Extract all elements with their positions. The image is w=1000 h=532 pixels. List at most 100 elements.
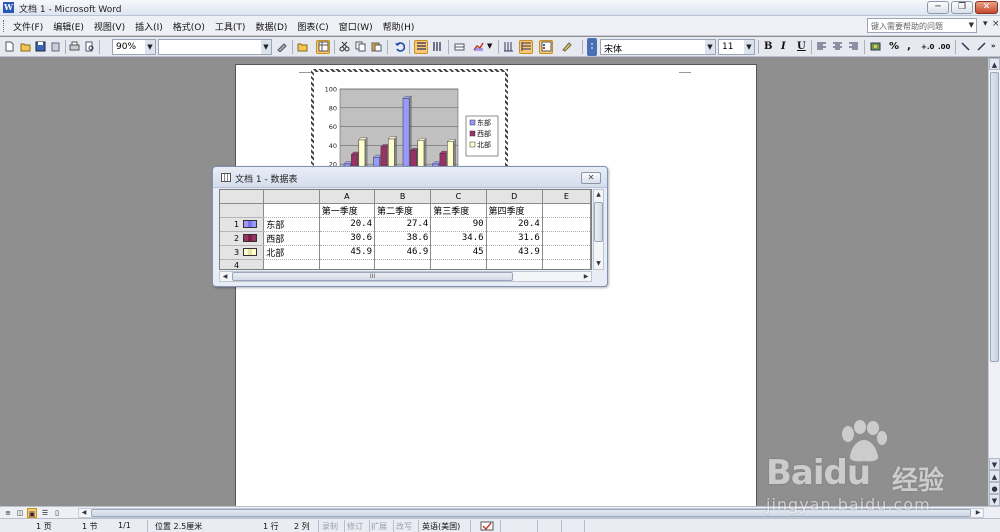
decrease-decimal-button[interactable]: .00 [938,43,950,51]
angle-text-down-icon[interactable] [960,41,971,52]
chart-object-dropdown-icon[interactable]: ▼ [261,40,271,54]
value-cell[interactable]: 38.6 [374,231,432,246]
zoom-combo[interactable]: 90% ▼ [112,39,156,55]
chart-object-combo[interactable]: ▼ [158,39,272,55]
menu-grip[interactable] [3,20,6,32]
column-header[interactable]: E [542,190,591,204]
value-cell[interactable]: 20.4 [486,217,543,232]
datasheet-close-button[interactable]: ✕ [581,172,601,184]
align-left-icon[interactable] [816,41,827,52]
category-cell[interactable]: 第二季度 [374,203,432,218]
value-cell[interactable]: 45.9 [319,245,376,260]
scroll-left-icon[interactable]: ◀ [79,509,89,517]
chart-type-icon[interactable] [473,41,484,52]
paste-icon[interactable] [371,41,382,52]
series-label-cell[interactable]: 西部 [263,231,320,246]
datasheet-vertical-thumb[interactable] [594,202,603,242]
row-header-blank[interactable] [220,203,265,218]
value-cell[interactable]: 20.4 [319,217,376,232]
status-overtype[interactable]: 改写 [396,521,412,532]
value-cell[interactable]: 90 [430,217,487,232]
data-table-icon[interactable] [454,41,465,52]
datasheet-horizontal-scrollbar[interactable]: ◀ III ▶ [219,271,592,282]
menu-help[interactable]: 帮助(H) [378,19,420,34]
category-axis-gridlines-icon[interactable] [503,41,514,52]
column-header[interactable]: D [486,190,543,204]
cut-icon[interactable] [339,41,350,52]
series-label-cell[interactable]: 东部 [263,217,320,232]
cell[interactable] [263,203,320,218]
status-track-changes[interactable]: 修订 [347,521,363,532]
outline-view-icon[interactable]: ☰ [40,508,50,518]
print-layout-view-icon[interactable]: ▣ [27,508,37,518]
datasheet-window[interactable]: 文档 1 - 数据表 ✕ A B C D E 第一季度 第二季度 第三季度 第四… [212,166,608,287]
print-icon[interactable] [69,41,80,52]
value-cell[interactable] [542,259,591,269]
select-all-cell[interactable] [220,190,265,204]
drawing-icon[interactable] [561,41,572,52]
row-header[interactable]: 2 [220,231,265,246]
menu-chart[interactable]: 图表(C) [292,19,333,34]
value-cell[interactable] [542,231,591,246]
value-cell[interactable]: 43.9 [486,245,543,260]
align-center-icon[interactable] [832,41,843,52]
by-column-icon[interactable] [432,41,443,52]
column-header[interactable]: C [430,190,487,204]
font-size-combo[interactable]: 11 ▼ [718,39,755,55]
print-preview-icon[interactable] [84,41,95,52]
menu-insert[interactable]: 插入(I) [130,19,168,34]
font-name-combo[interactable]: 宋体 ▼ [600,39,716,55]
normal-view-icon[interactable]: ≡ [3,508,13,518]
minimize-button[interactable]: ─ [927,1,949,14]
percent-style-button[interactable]: % [889,41,899,52]
permission-icon[interactable] [50,41,61,52]
currency-style-icon[interactable] [870,41,881,52]
value-cell[interactable]: 27.4 [374,217,432,232]
menu-edit[interactable]: 编辑(E) [48,19,89,34]
value-cell[interactable]: 31.6 [486,231,543,246]
word-app-icon[interactable]: W [3,2,14,13]
value-cell[interactable]: 30.6 [319,231,376,246]
angle-text-up-icon[interactable] [976,41,987,52]
restore-button[interactable]: ❐ [951,1,973,14]
value-cell[interactable]: 45 [430,245,487,260]
format-selected-icon[interactable] [277,41,288,52]
datasheet-scroll-down-icon[interactable]: ▼ [594,259,603,269]
chart-type-dropdown-icon[interactable]: ▼ [487,42,492,50]
column-header[interactable]: A [319,190,376,204]
menu-tools[interactable]: 工具(T) [210,19,251,34]
menu-file[interactable]: 文件(F) [8,19,48,34]
menu-window[interactable]: 窗口(W) [334,19,378,34]
status-record-macro[interactable]: 录制 [322,521,338,532]
bold-button[interactable]: B [764,41,772,52]
row-header[interactable]: 4 [220,259,265,269]
category-cell[interactable]: 第一季度 [319,203,376,218]
datasheet-scroll-left-icon[interactable]: ◀ [220,272,230,281]
menu-format[interactable]: 格式(O) [168,19,210,34]
mdi-menu-icon[interactable]: ▾ [983,19,988,29]
italic-button[interactable]: I [781,41,786,52]
value-cell[interactable] [319,259,376,269]
datasheet-scroll-right-icon[interactable]: ▶ [581,272,591,281]
font-size-dropdown-icon[interactable]: ▼ [744,40,754,54]
scroll-up-icon[interactable]: ▲ [989,58,1000,70]
undo-icon[interactable] [394,41,405,52]
category-cell[interactable]: 第三季度 [430,203,487,218]
value-cell[interactable] [542,217,591,232]
toolbar-overflow-icon[interactable]: » [991,42,996,50]
font-name-dropdown-icon[interactable]: ▼ [705,40,715,54]
open-folder-icon[interactable] [20,41,31,52]
increase-decimal-button[interactable]: +.0 [921,43,934,51]
spelling-status-icon[interactable] [480,521,494,531]
column-header[interactable]: B [374,190,432,204]
save-icon[interactable] [35,41,46,52]
comma-style-button[interactable]: , [907,41,911,52]
series-label-cell[interactable]: 北部 [263,245,320,260]
menu-view[interactable]: 视图(V) [89,19,130,34]
copy-icon[interactable] [355,41,366,52]
series-label-cell[interactable] [263,259,320,269]
align-right-icon[interactable] [848,41,859,52]
value-cell[interactable]: 46.9 [374,245,432,260]
category-cell[interactable]: 第四季度 [486,203,543,218]
value-cell[interactable] [486,259,543,269]
